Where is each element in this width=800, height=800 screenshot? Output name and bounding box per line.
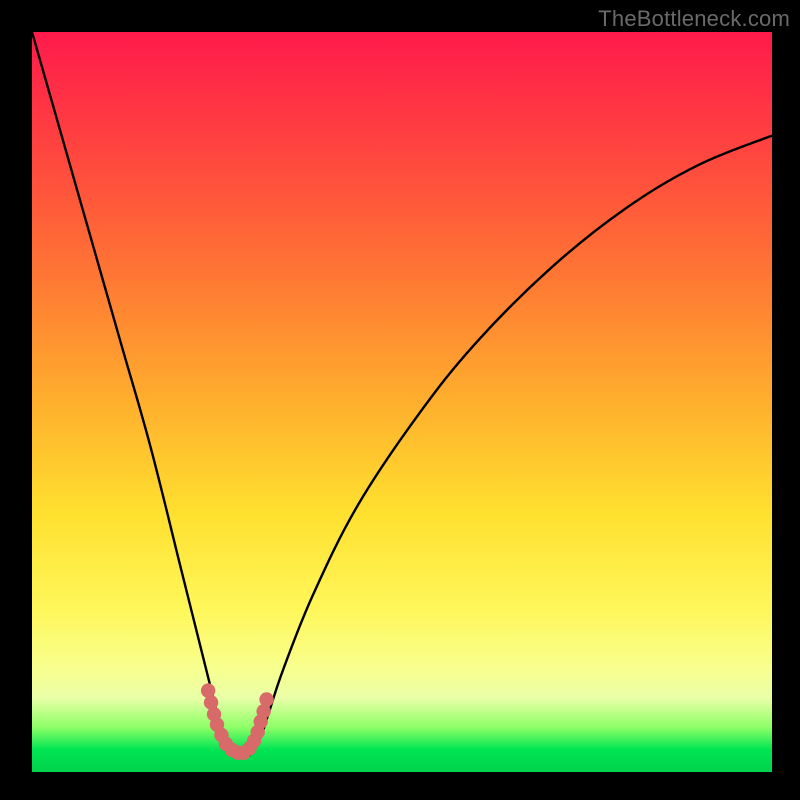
plot-area	[32, 32, 772, 772]
watermark-text: TheBottleneck.com	[598, 6, 790, 32]
highlight-dots	[201, 683, 274, 760]
chart-frame: TheBottleneck.com	[0, 0, 800, 800]
curve-layer	[32, 32, 772, 772]
bottleneck-curve	[32, 32, 772, 758]
highlight-dot	[259, 692, 273, 706]
